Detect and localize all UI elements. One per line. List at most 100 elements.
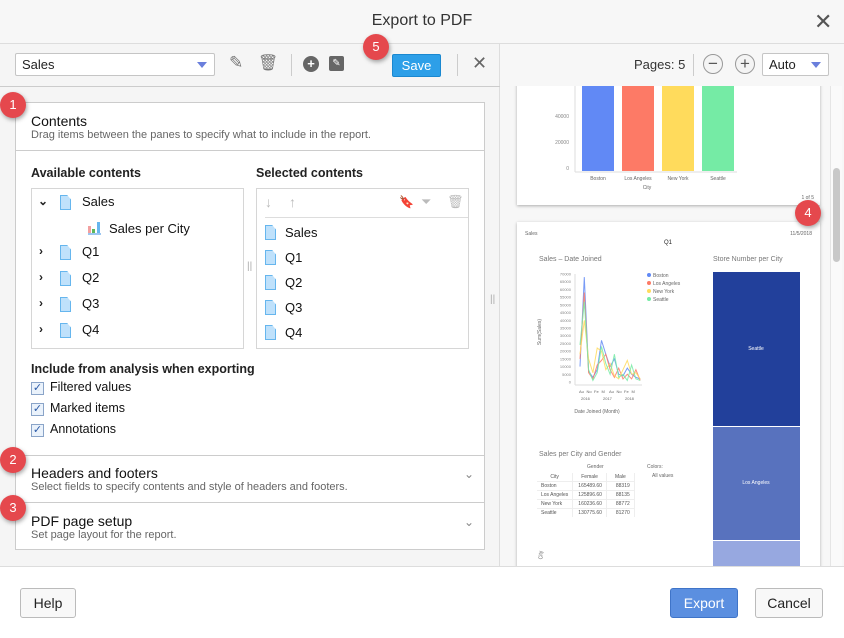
pencil-icon[interactable]: ✎: [229, 53, 243, 73]
list-item[interactable]: Q4: [285, 325, 302, 340]
x-tick-label: M: [632, 389, 635, 394]
page-icon: [265, 225, 276, 240]
table-cell: 165489.60: [572, 481, 607, 491]
add-icon[interactable]: +: [303, 56, 319, 72]
page-icon: [265, 275, 276, 290]
table-cell: 130775.60: [572, 508, 607, 517]
table-row: Seattle 130775.60 81270: [537, 508, 635, 517]
list-item[interactable]: Q4: [82, 322, 99, 337]
table-cell: 88319: [606, 481, 635, 491]
legend-marker: [647, 281, 651, 285]
list-item[interactable]: Sales: [285, 225, 318, 240]
legend-label: Boston: [653, 273, 669, 279]
checkbox-label[interactable]: Filtered values: [50, 380, 131, 394]
divider: [265, 217, 468, 218]
legend-label: Los Angeles: [653, 281, 681, 287]
bar: [662, 86, 694, 171]
filtered-values-checkbox[interactable]: ✓: [31, 382, 44, 395]
chevron-down-icon[interactable]: ⌄: [38, 194, 48, 208]
treemap-cell: [713, 541, 800, 566]
page-icon: [60, 271, 71, 286]
list-item[interactable]: Q1: [82, 244, 99, 259]
zoom-out-button[interactable]: −: [703, 54, 723, 74]
table-cell: Boston: [537, 481, 574, 491]
move-down-icon[interactable]: ↓: [265, 194, 272, 210]
splitter-handle[interactable]: ||: [247, 261, 252, 272]
scrollbar[interactable]: [830, 86, 842, 566]
dialog-title: Export to PDF: [371, 12, 473, 29]
trash-icon[interactable]: 🗑: [258, 53, 278, 73]
legend-marker: [647, 289, 651, 293]
save-as-icon[interactable]: ✎: [329, 56, 344, 71]
cancel-button[interactable]: Cancel: [755, 588, 823, 618]
trash-icon[interactable]: 🗑: [447, 194, 464, 210]
dropdown-arrow-icon: [811, 62, 821, 68]
column-header: City: [537, 473, 574, 482]
help-button[interactable]: Help: [20, 588, 76, 618]
bar: [622, 86, 654, 171]
y-tick-label: 35000: [560, 326, 572, 331]
contents-title[interactable]: Contents: [31, 113, 87, 129]
preview-table: City Female Male Boston 165489.60 88319 Los An…: [537, 473, 635, 517]
table-cell: 160236.60: [572, 499, 607, 509]
x-tick-label: Fe: [624, 389, 629, 394]
y-tick-label: 60000: [560, 287, 572, 292]
save-button[interactable]: Save: [392, 54, 441, 77]
y-axis-label: Sum(Sales): [537, 319, 543, 345]
zoom-select[interactable]: Auto: [762, 53, 829, 76]
available-contents-list[interactable]: ⌄ Sales Sales per City › Q1 › Q2 › Q3 › …: [31, 188, 244, 349]
export-button[interactable]: Export: [670, 588, 738, 618]
chevron-down-icon[interactable]: ⌄: [464, 515, 474, 529]
step-badge: 3: [0, 495, 26, 521]
checkbox-label[interactable]: Annotations: [50, 422, 116, 436]
y-tick-label: 55000: [560, 295, 572, 300]
page-icon: [60, 297, 71, 312]
dropdown-arrow-icon: [197, 62, 207, 68]
zoom-in-button[interactable]: +: [735, 54, 755, 74]
list-item[interactable]: Q3: [82, 296, 99, 311]
x-tick-year: 2017: [603, 396, 613, 401]
headers-footers-title[interactable]: Headers and footers: [31, 465, 158, 481]
page-icon: [265, 300, 276, 315]
chevron-right-icon[interactable]: ›: [39, 244, 43, 258]
divider: [457, 54, 458, 76]
y-tick-label: 45000: [560, 310, 572, 315]
splitter-handle[interactable]: ||: [490, 294, 495, 305]
preset-select[interactable]: Sales: [15, 53, 215, 76]
table-cell: 88772: [606, 499, 635, 509]
list-item[interactable]: Q1: [285, 250, 302, 265]
annotations-checkbox[interactable]: ✓: [31, 424, 44, 437]
x-tick-label: Los Angeles: [624, 176, 652, 182]
page-setup-title[interactable]: PDF page setup: [31, 513, 132, 529]
list-item[interactable]: Sales per City: [109, 221, 190, 236]
move-up-icon[interactable]: ↑: [289, 194, 296, 210]
table-cell: Seattle: [537, 508, 574, 517]
list-item[interactable]: Q2: [82, 270, 99, 285]
table-cell: 125896.60: [572, 490, 607, 500]
close-panel-icon[interactable]: ✕: [472, 53, 487, 74]
checkbox-label[interactable]: Marked items: [50, 401, 125, 415]
y-tick-label: 40000: [560, 318, 572, 323]
close-icon[interactable]: ✕: [814, 9, 832, 35]
list-item[interactable]: Q3: [285, 300, 302, 315]
page-icon: [265, 250, 276, 265]
preview-page-2: Sales 11/5/2018 Q1 Sales – Date Joined S…: [517, 222, 820, 566]
chevron-right-icon[interactable]: ›: [39, 270, 43, 284]
list-item[interactable]: Q2: [285, 275, 302, 290]
selected-contents-list[interactable]: ↓ ↑ 🔖 ⏷ 🗑 Sales Q1 Q2 Q3 Q4: [256, 188, 469, 349]
chevron-right-icon[interactable]: ›: [39, 296, 43, 310]
marked-items-checkbox[interactable]: ✓: [31, 403, 44, 416]
preview-viewport[interactable]: 40000 20000 0 Boston Los Angeles New York Seat…: [505, 86, 825, 566]
table-cell: Los Angeles: [537, 490, 574, 500]
chevron-down-icon[interactable]: ⌄: [464, 467, 474, 481]
dialog-footer: Help Export Cancel: [0, 566, 844, 638]
bar: [702, 86, 734, 171]
scrollbar-thumb[interactable]: [833, 168, 840, 262]
list-item[interactable]: Sales: [82, 194, 115, 209]
bookmark-icon[interactable]: 🔖: [399, 195, 414, 209]
page-icon: [60, 195, 71, 210]
treemap-label: Seattle: [748, 346, 764, 352]
chevron-right-icon[interactable]: ›: [39, 322, 43, 336]
filter-icon[interactable]: ⏷: [421, 194, 431, 210]
y-tick-label: 65000: [560, 279, 572, 284]
